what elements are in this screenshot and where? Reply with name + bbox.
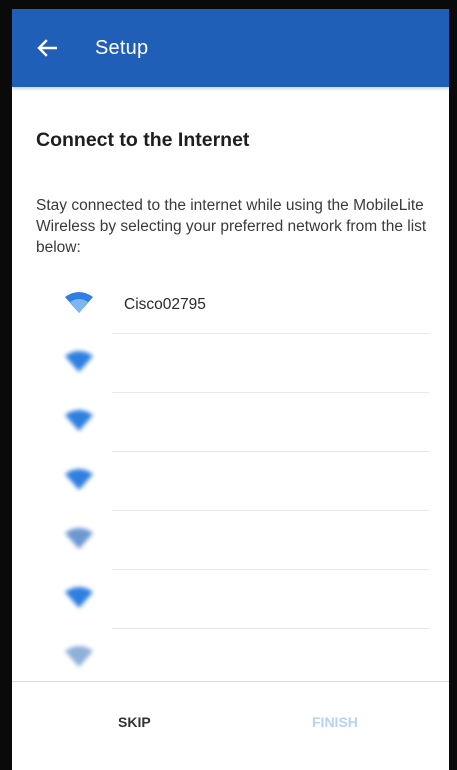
- app-title: Setup: [95, 36, 149, 59]
- wifi-icon: [65, 528, 93, 549]
- wifi-icon: [65, 646, 93, 667]
- network-ssid: Cisco02795: [124, 295, 206, 313]
- page-heading: Connect to the Internet: [36, 129, 250, 151]
- arrow-left-icon: [37, 39, 57, 57]
- back-button[interactable]: [22, 23, 72, 73]
- network-item[interactable]: [12, 629, 449, 682]
- network-item[interactable]: Cisco02795: [12, 275, 449, 334]
- wifi-icon: [65, 410, 93, 431]
- wifi-icon: [65, 351, 93, 372]
- network-item[interactable]: [12, 570, 449, 629]
- page-description: Stay connected to the internet while usi…: [36, 197, 427, 256]
- network-list: Cisco02795: [12, 275, 449, 682]
- network-item[interactable]: [12, 452, 449, 511]
- finish-button[interactable]: FINISH: [306, 708, 364, 736]
- wifi-icon: [65, 292, 93, 313]
- network-item[interactable]: [12, 334, 449, 393]
- wifi-icon: [65, 587, 93, 608]
- setup-content: Connect to the Internet Stay connected t…: [12, 87, 449, 682]
- app-bar: Setup: [12, 9, 449, 87]
- skip-button[interactable]: SKIP: [112, 708, 157, 736]
- setup-footer: SKIP FINISH: [12, 681, 449, 770]
- wifi-icon: [65, 469, 93, 490]
- device-frame: Setup Connect to the Internet Stay conne…: [0, 0, 457, 770]
- network-item[interactable]: [12, 511, 449, 570]
- network-item[interactable]: [12, 393, 449, 452]
